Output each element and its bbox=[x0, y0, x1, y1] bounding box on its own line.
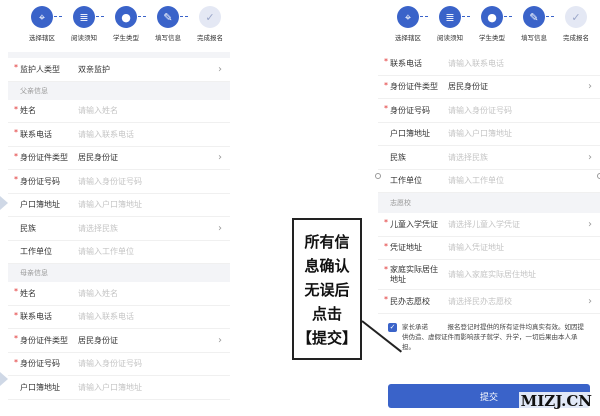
required-mark: * bbox=[14, 287, 18, 296]
location-icon: ⌖ bbox=[31, 6, 53, 28]
required-mark: * bbox=[384, 265, 388, 274]
step-complete[interactable]: ✓ 完成报名 bbox=[190, 6, 230, 42]
pointer-arrow-icon bbox=[0, 196, 8, 210]
student-icon: ● bbox=[115, 6, 137, 28]
required-mark: * bbox=[384, 241, 388, 251]
father-name-field[interactable]: * 姓名 请输入姓名 bbox=[8, 100, 230, 123]
required-mark: * bbox=[14, 334, 18, 343]
chevron-right-icon: › bbox=[218, 63, 222, 75]
chevron-right-icon: › bbox=[588, 81, 592, 93]
id-type-select[interactable]: * 身份证件类型 居民身份证 › bbox=[378, 76, 600, 99]
required-mark: * bbox=[14, 128, 18, 137]
document-icon: ≣ bbox=[73, 6, 95, 28]
step-read-notice[interactable]: ≣ 阅读须知 bbox=[430, 6, 470, 42]
check-icon: ✓ bbox=[199, 6, 221, 28]
mother-hukou-field[interactable]: 户口簿地址 请输入户口簿地址 bbox=[8, 376, 230, 400]
required-mark: * bbox=[384, 218, 388, 227]
chevron-right-icon: › bbox=[588, 151, 592, 163]
parent-commitment: ✓ 家长承诺 报名登记时提供的所有证件均真实有效。如因提供伪造、虚假证件而影响孩… bbox=[388, 322, 584, 351]
required-mark: * bbox=[14, 357, 18, 367]
mother-phone-field[interactable]: * 联系电话 请输入联系电话 bbox=[8, 306, 230, 329]
step-connector bbox=[420, 16, 428, 17]
chevron-right-icon: › bbox=[218, 334, 222, 346]
form-icon: ✎ bbox=[157, 6, 179, 28]
watermark: MIZJ.CN bbox=[518, 392, 594, 410]
required-mark: * bbox=[384, 80, 388, 90]
admission-cert-select[interactable]: * 儿童入学凭证 请选择儿童入学凭证 › bbox=[378, 213, 600, 237]
step-select-district[interactable]: ⌖ 选择辖区 bbox=[388, 6, 428, 42]
scroll-dot bbox=[375, 173, 381, 179]
instruction-callout: 所有信 息确认 无误后 点击 【提交】 bbox=[292, 218, 362, 360]
progress-steps: ⌖ 选择辖区 ≣ 阅读须知 ● 学生类型 ✎ 填写信息 ✓ 完成报名 bbox=[8, 0, 230, 52]
ethnic-select[interactable]: 民族 请选择民族 › bbox=[378, 146, 600, 170]
required-mark: * bbox=[384, 295, 388, 304]
pointer-arrow-icon bbox=[0, 372, 8, 386]
father-id-type-select[interactable]: * 身份证件类型 居民身份证 › bbox=[8, 147, 230, 170]
chevron-right-icon: › bbox=[588, 218, 592, 230]
step-student-type[interactable]: ● 学生类型 bbox=[472, 6, 512, 42]
step-student-type[interactable]: ● 学生类型 bbox=[106, 6, 146, 42]
step-connector bbox=[546, 16, 554, 17]
chevron-right-icon: › bbox=[588, 295, 592, 307]
required-mark: * bbox=[14, 175, 18, 184]
left-form-panel: ⌖ 选择辖区 ≣ 阅读须知 ● 学生类型 ✎ 填写信息 ✓ 完成报名 * 监护人… bbox=[8, 0, 230, 416]
father-ethnic-select[interactable]: 民族 请选择民族 › bbox=[8, 217, 230, 241]
father-phone-field[interactable]: * 联系电话 请输入联系电话 bbox=[8, 123, 230, 147]
father-id-number-field[interactable]: * 身份证号码 请输入身份证号码 bbox=[8, 170, 230, 194]
step-connector bbox=[504, 16, 512, 17]
cert-address-field[interactable]: * 凭证地址 请输入凭证地址 bbox=[378, 237, 600, 260]
student-icon: ● bbox=[481, 6, 503, 28]
mother-section-header: 母亲信息 bbox=[8, 264, 230, 282]
home-address-field[interactable]: * 家庭实际居住地址 请输入家庭实际居住地址 bbox=[378, 260, 600, 290]
required-mark: * bbox=[384, 57, 388, 66]
mother-id-type-select[interactable]: * 身份证件类型 居民身份证 › bbox=[8, 329, 230, 353]
step-complete[interactable]: ✓ 完成报名 bbox=[556, 6, 596, 42]
document-icon: ≣ bbox=[439, 6, 461, 28]
guardian-type-select[interactable]: * 监护人类型 双亲监护 › bbox=[8, 58, 230, 82]
step-connector bbox=[54, 16, 62, 17]
progress-steps: ⌖ 选择辖区 ≣ 阅读须知 ● 学生类型 ✎ 填写信息 ✓ 完成报名 bbox=[378, 0, 600, 52]
required-mark: * bbox=[14, 151, 18, 161]
phone-field[interactable]: * 联系电话 请输入联系电话 bbox=[378, 52, 600, 76]
step-read-notice[interactable]: ≣ 阅读须知 bbox=[64, 6, 104, 42]
mother-id-number-field[interactable]: * 身份证号码 请输入身份证号码 bbox=[8, 353, 230, 376]
step-connector bbox=[96, 16, 104, 17]
check-icon: ✓ bbox=[565, 6, 587, 28]
chevron-right-icon: › bbox=[218, 152, 222, 164]
location-icon: ⌖ bbox=[397, 6, 419, 28]
father-work-field[interactable]: 工作单位 请输入工作单位 bbox=[8, 241, 230, 264]
work-field[interactable]: 工作单位 请输入工作单位 bbox=[378, 170, 600, 193]
required-mark: * bbox=[14, 63, 18, 72]
id-number-field[interactable]: * 身份证号码 请输入身份证号码 bbox=[378, 99, 600, 123]
chevron-right-icon: › bbox=[218, 222, 222, 234]
private-school-select[interactable]: * 民办志愿校 请选择民办志愿校 › bbox=[378, 290, 600, 314]
father-hukou-field[interactable]: 户口簿地址 请输入户口簿地址 bbox=[8, 194, 230, 217]
wish-section-header: 志愿校 bbox=[378, 193, 600, 213]
required-mark: * bbox=[14, 310, 18, 320]
step-fill-info[interactable]: ✎ 填写信息 bbox=[514, 6, 554, 42]
step-connector bbox=[462, 16, 470, 17]
form-icon: ✎ bbox=[523, 6, 545, 28]
step-fill-info[interactable]: ✎ 填写信息 bbox=[148, 6, 188, 42]
step-select-district[interactable]: ⌖ 选择辖区 bbox=[22, 6, 62, 42]
step-connector bbox=[138, 16, 146, 17]
right-form-panel: ⌖ 选择辖区 ≣ 阅读须知 ● 学生类型 ✎ 填写信息 ✓ 完成报名 * 联系电… bbox=[378, 0, 600, 416]
mother-name-field[interactable]: * 姓名 请输入姓名 bbox=[8, 282, 230, 306]
father-section-header: 父亲信息 bbox=[8, 81, 230, 100]
step-connector bbox=[180, 16, 188, 17]
hukou-field[interactable]: 户口簿地址 请输入户口簿地址 bbox=[378, 123, 600, 146]
required-mark: * bbox=[14, 104, 18, 114]
consent-checkbox[interactable]: ✓ bbox=[388, 322, 397, 332]
required-mark: * bbox=[384, 104, 388, 113]
